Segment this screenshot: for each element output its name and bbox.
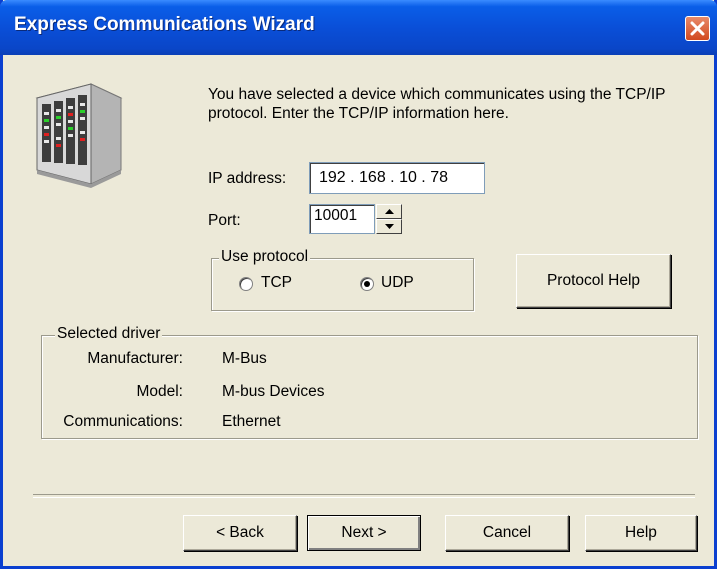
radio-tcp-label[interactable]: TCP <box>261 274 292 292</box>
model-value: M-bus Devices <box>222 383 325 400</box>
manufacturer-label: Manufacturer: <box>87 350 183 367</box>
close-icon <box>690 21 705 36</box>
port-label: Port: <box>208 212 241 229</box>
communications-label: Communications: <box>63 413 183 430</box>
wizard-window: Express Communications Wizard You have s… <box>0 0 717 569</box>
arrow-down-icon <box>385 224 394 229</box>
radio-udp[interactable] <box>360 277 374 291</box>
communications-value: Ethernet <box>222 413 281 430</box>
arrow-up-icon <box>385 209 394 214</box>
protocol-help-button[interactable]: Protocol Help <box>516 254 671 308</box>
separator <box>33 494 695 498</box>
protocol-group-title: Use protocol <box>219 248 311 266</box>
intro-text: You have selected a device which communi… <box>208 86 666 122</box>
spin-up-button[interactable] <box>376 204 402 219</box>
ip-address-input[interactable]: 192 . 168 . 10 . 78 <box>309 162 485 194</box>
server-rack-icon <box>35 83 123 188</box>
radio-tcp[interactable] <box>239 277 253 291</box>
model-label: Model: <box>136 383 183 400</box>
window-title: Express Communications Wizard <box>14 14 315 35</box>
ip-address-label: IP address: <box>208 170 287 187</box>
port-input[interactable]: 10001 <box>309 204 375 234</box>
driver-group-title: Selected driver <box>55 325 163 343</box>
title-bar[interactable]: Express Communications Wizard <box>0 0 717 55</box>
cancel-button[interactable]: Cancel <box>445 515 569 551</box>
next-button[interactable]: Next > <box>307 515 421 551</box>
manufacturer-value: M-Bus <box>222 350 267 367</box>
radio-selected-dot <box>364 281 370 287</box>
radio-udp-label[interactable]: UDP <box>381 274 414 292</box>
close-button[interactable] <box>685 16 710 41</box>
spin-down-button[interactable] <box>376 219 402 234</box>
port-spinner[interactable] <box>376 204 402 234</box>
back-button[interactable]: < Back <box>183 515 297 551</box>
help-button[interactable]: Help <box>585 515 697 551</box>
